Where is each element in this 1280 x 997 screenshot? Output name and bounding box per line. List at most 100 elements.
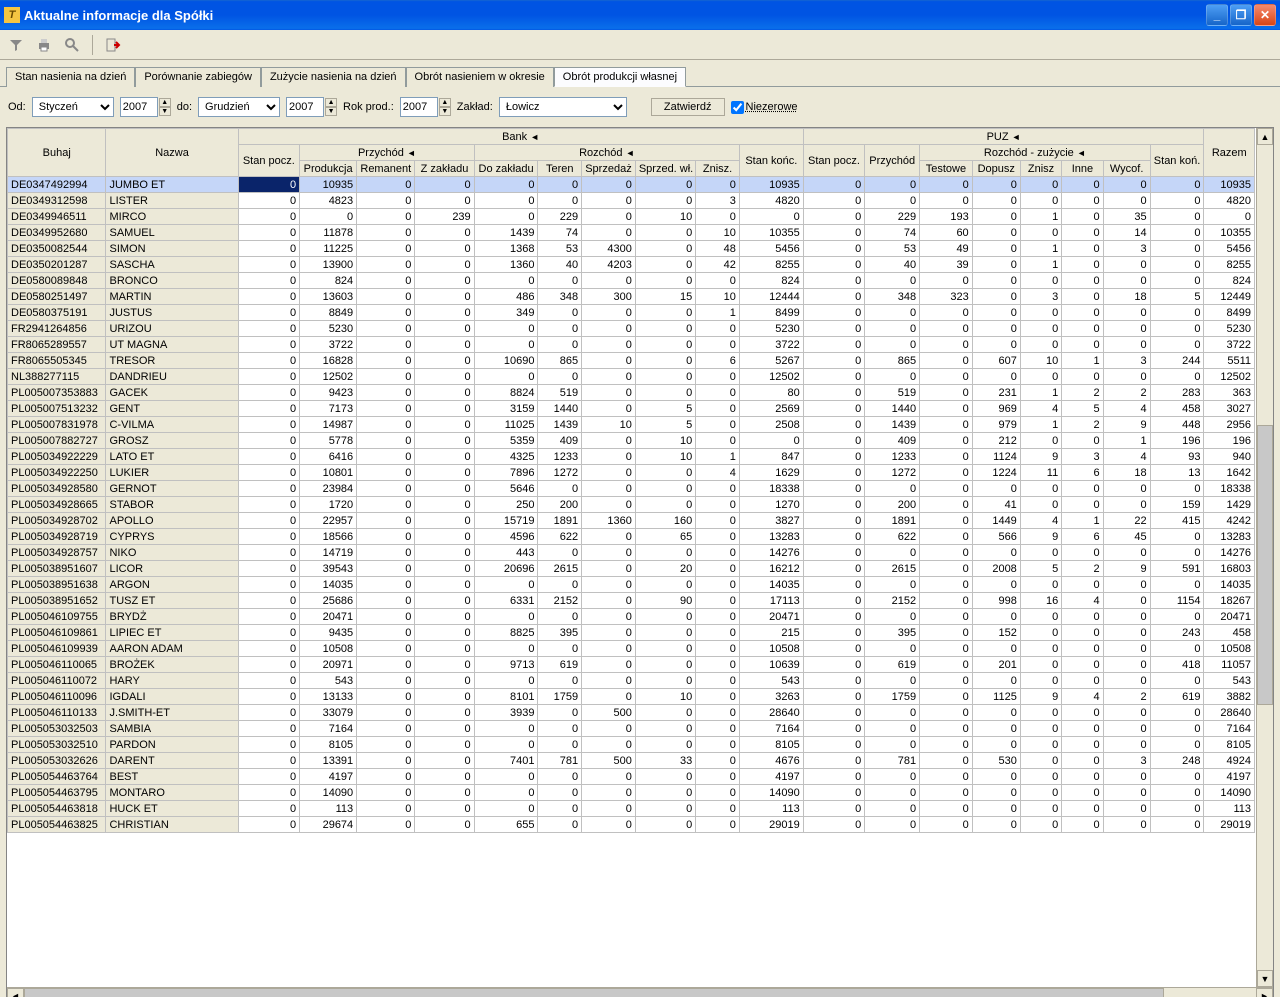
cell-value[interactable]: 14090 bbox=[739, 785, 803, 801]
cell-value[interactable]: 196 bbox=[1204, 433, 1255, 449]
cell-value[interactable]: 9 bbox=[1020, 529, 1061, 545]
cell-value[interactable]: 9713 bbox=[474, 657, 538, 673]
cell-value[interactable]: 0 bbox=[415, 689, 474, 705]
cell-value[interactable]: 0 bbox=[238, 577, 300, 593]
cell-value[interactable]: 0 bbox=[972, 721, 1020, 737]
cell-value[interactable]: 0 bbox=[582, 497, 636, 513]
cell-value[interactable]: 0 bbox=[1150, 817, 1204, 833]
cell-value[interactable]: 0 bbox=[357, 641, 415, 657]
cell-value[interactable]: 0 bbox=[357, 369, 415, 385]
cell-value[interactable]: 0 bbox=[415, 529, 474, 545]
cell-value[interactable]: 1 bbox=[1103, 433, 1150, 449]
cell-value[interactable]: 0 bbox=[357, 705, 415, 721]
cell-value[interactable]: 0 bbox=[696, 433, 740, 449]
cell-value[interactable]: 0 bbox=[1103, 177, 1150, 193]
cell-value[interactable]: 0 bbox=[696, 417, 740, 433]
cell-value[interactable]: 865 bbox=[538, 353, 582, 369]
cell-value[interactable]: 0 bbox=[803, 529, 865, 545]
cell-nazwa[interactable]: MIRCO bbox=[106, 209, 238, 225]
cell-value[interactable]: 5456 bbox=[1204, 241, 1255, 257]
cell-value[interactable]: 0 bbox=[582, 609, 636, 625]
cell-value[interactable]: 7401 bbox=[474, 753, 538, 769]
cell-value[interactable]: 10 bbox=[696, 289, 740, 305]
table-row[interactable]: PL005046109755BRYDŻ020471000000020471000… bbox=[8, 609, 1255, 625]
cell-value[interactable]: 0 bbox=[357, 721, 415, 737]
cell-value[interactable]: 0 bbox=[635, 465, 695, 481]
cell-value[interactable]: 0 bbox=[1150, 193, 1204, 209]
cell-value[interactable]: 0 bbox=[1103, 497, 1150, 513]
cell-value[interactable]: 29019 bbox=[739, 817, 803, 833]
cell-value[interactable]: 9 bbox=[1020, 689, 1061, 705]
cell-nazwa[interactable]: DARENT bbox=[106, 753, 238, 769]
cell-value[interactable]: 0 bbox=[238, 545, 300, 561]
cell-value[interactable]: 14035 bbox=[300, 577, 357, 593]
cell-value[interactable]: 0 bbox=[803, 481, 865, 497]
table-row[interactable]: PL005053032510PARDON08105000000081050000… bbox=[8, 737, 1255, 753]
cell-value[interactable]: 619 bbox=[1150, 689, 1204, 705]
cell-value[interactable]: 14090 bbox=[1204, 785, 1255, 801]
cell-value[interactable]: 0 bbox=[803, 673, 865, 689]
cell-value[interactable]: 0 bbox=[238, 385, 300, 401]
cell-nazwa[interactable]: HARY bbox=[106, 673, 238, 689]
cell-value[interactable]: 0 bbox=[1103, 545, 1150, 561]
cell-value[interactable]: 0 bbox=[803, 449, 865, 465]
col-stanp[interactable]: Stan pocz. bbox=[238, 145, 300, 177]
cell-value[interactable]: 0 bbox=[865, 177, 920, 193]
cell-value[interactable]: 0 bbox=[415, 369, 474, 385]
cell-value[interactable]: 20696 bbox=[474, 561, 538, 577]
cell-value[interactable]: 0 bbox=[635, 225, 695, 241]
cell-value[interactable]: 0 bbox=[582, 561, 636, 577]
table-row[interactable]: PL005038951638ARGON014035000000014035000… bbox=[8, 577, 1255, 593]
cell-value[interactable]: 0 bbox=[538, 673, 582, 689]
cell-value[interactable]: 1 bbox=[696, 449, 740, 465]
col-stanp2[interactable]: Stan pocz. bbox=[803, 145, 865, 177]
cell-value[interactable]: 4197 bbox=[739, 769, 803, 785]
cell-value[interactable]: 0 bbox=[1062, 481, 1103, 497]
cell-value[interactable]: 0 bbox=[582, 737, 636, 753]
cell-value[interactable]: 10 bbox=[582, 417, 636, 433]
cell-value[interactable]: 0 bbox=[582, 353, 636, 369]
cell-value[interactable]: 448 bbox=[1150, 417, 1204, 433]
cell-value[interactable]: 0 bbox=[415, 513, 474, 529]
cell-value[interactable]: 0 bbox=[415, 481, 474, 497]
cell-value[interactable]: 0 bbox=[1020, 785, 1061, 801]
cell-value[interactable]: 0 bbox=[238, 193, 300, 209]
cell-value[interactable]: 0 bbox=[972, 577, 1020, 593]
cell-value[interactable]: 1 bbox=[1020, 417, 1061, 433]
cell-value[interactable]: 0 bbox=[920, 609, 973, 625]
cell-value[interactable]: 418 bbox=[1150, 657, 1204, 673]
cell-value[interactable]: 0 bbox=[972, 785, 1020, 801]
od-year-spin[interactable]: ▲▼ bbox=[120, 97, 171, 117]
cell-value[interactable]: 0 bbox=[803, 401, 865, 417]
cell-value[interactable]: 0 bbox=[1020, 625, 1061, 641]
cell-value[interactable]: 9435 bbox=[300, 625, 357, 641]
cell-value[interactable]: 10355 bbox=[739, 225, 803, 241]
cell-value[interactable]: 48 bbox=[696, 241, 740, 257]
cell-value[interactable]: 1449 bbox=[972, 513, 1020, 529]
cell-value[interactable]: 0 bbox=[238, 641, 300, 657]
cell-value[interactable]: 0 bbox=[696, 177, 740, 193]
cell-value[interactable]: 12502 bbox=[1204, 369, 1255, 385]
col-nazwa[interactable]: Nazwa bbox=[106, 129, 238, 177]
cell-value[interactable]: 0 bbox=[238, 305, 300, 321]
cell-value[interactable]: 10 bbox=[635, 689, 695, 705]
cell-value[interactable]: 0 bbox=[538, 801, 582, 817]
cell-value[interactable]: 0 bbox=[357, 449, 415, 465]
cell-value[interactable]: 0 bbox=[696, 401, 740, 417]
cell-value[interactable]: 0 bbox=[696, 529, 740, 545]
cell-value[interactable]: 0 bbox=[1020, 273, 1061, 289]
cell-value[interactable]: 0 bbox=[803, 593, 865, 609]
cell-value[interactable]: 0 bbox=[635, 705, 695, 721]
cell-value[interactable]: 0 bbox=[582, 721, 636, 737]
cell-value[interactable]: 0 bbox=[538, 705, 582, 721]
cell-value[interactable]: 212 bbox=[972, 433, 1020, 449]
cell-value[interactable]: 0 bbox=[696, 801, 740, 817]
cell-value[interactable]: 0 bbox=[803, 465, 865, 481]
cell-value[interactable]: 0 bbox=[238, 497, 300, 513]
cell-value[interactable]: 7173 bbox=[300, 401, 357, 417]
cell-value[interactable]: 0 bbox=[238, 625, 300, 641]
cell-value[interactable]: 0 bbox=[538, 321, 582, 337]
cell-value[interactable]: 0 bbox=[357, 193, 415, 209]
cell-value[interactable]: 0 bbox=[1020, 481, 1061, 497]
cell-value[interactable]: 0 bbox=[803, 337, 865, 353]
